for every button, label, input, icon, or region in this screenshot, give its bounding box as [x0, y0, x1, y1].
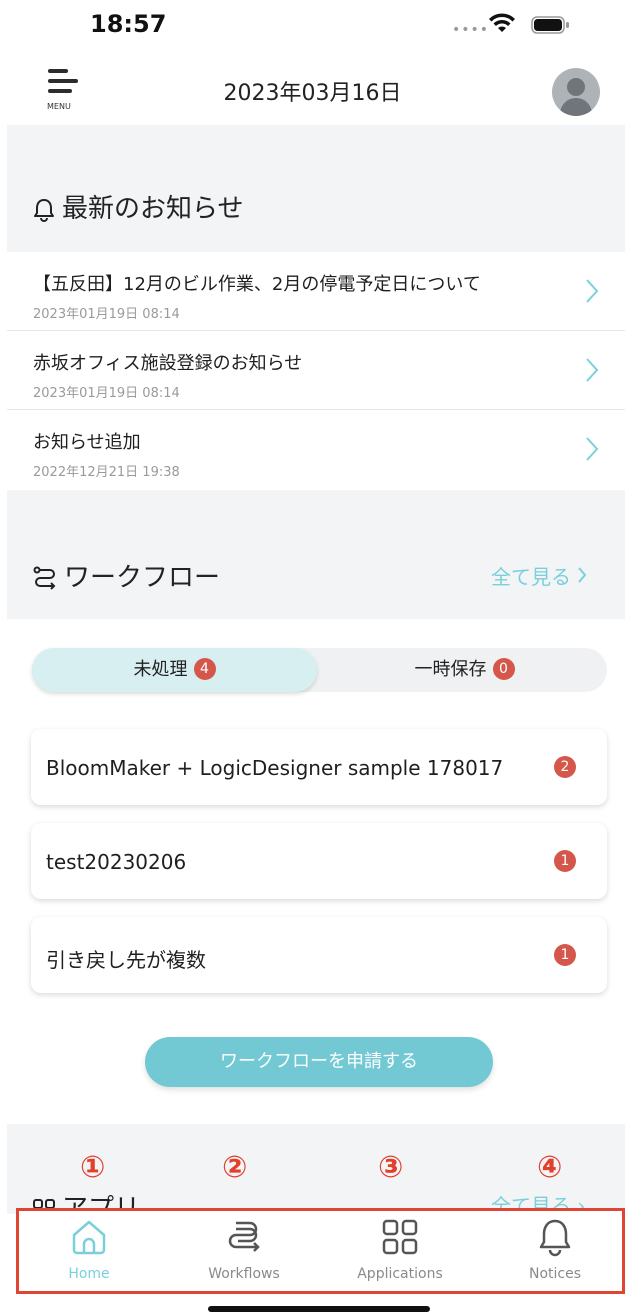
tab-label: 未処理	[133, 659, 188, 680]
workflow-card[interactable]: 引き戻し先が複数 1	[31, 917, 607, 993]
workflow-icon	[228, 1221, 260, 1252]
app-header: MENU 2023年03月16日	[0, 55, 625, 125]
count-badge: 0	[492, 657, 515, 680]
tab-drafts[interactable]: 一時保存 0	[322, 648, 607, 692]
chevron-right-icon	[586, 358, 599, 382]
notice-title: お知らせ追加	[33, 432, 141, 453]
workflow-tabs: 未処理 4 一時保存 0	[32, 648, 607, 692]
chevron-right-icon	[578, 567, 587, 583]
notice-item[interactable]: お知らせ追加 2022年12月21日 19:38	[7, 410, 625, 489]
tabbar-item-applications[interactable]: Applications	[330, 1211, 470, 1291]
battery-icon	[531, 16, 569, 34]
notice-item[interactable]: 【五反田】12月のビル作業、2月の停電予定日について 2023年01月19日 0…	[7, 252, 625, 331]
notice-list: 【五反田】12月のビル作業、2月の停電予定日について 2023年01月19日 0…	[7, 252, 625, 489]
annotation-marker-2: ②	[222, 1150, 248, 1185]
count-badge: 1	[554, 850, 576, 872]
workflow-card[interactable]: test20230206 1	[31, 823, 607, 899]
tabbar-label: Applications	[357, 1266, 443, 1282]
workflow-card[interactable]: BloomMaker + LogicDesigner sample 178017…	[31, 729, 607, 805]
workflow-heading: ワークフロー	[32, 557, 220, 594]
chevron-right-icon	[586, 279, 599, 303]
annotation-marker-3: ③	[378, 1150, 404, 1185]
apply-workflow-button[interactable]: ワークフローを申請する	[145, 1037, 493, 1087]
workflow-name: 引き戻し先が複数	[46, 948, 206, 972]
wifi-icon	[489, 13, 515, 32]
notice-date: 2022年12月21日 19:38	[33, 465, 180, 480]
annotation-marker-4: ④	[537, 1150, 563, 1185]
avatar[interactable]	[552, 68, 600, 116]
home-icon	[72, 1220, 106, 1255]
home-indicator	[208, 1306, 430, 1312]
status-time: 18:57	[90, 10, 167, 38]
see-all-label: 全て見る	[491, 565, 571, 589]
workflow-name: test20230206	[46, 850, 187, 874]
notice-date: 2023年01月19日 08:14	[33, 307, 180, 322]
notice-date: 2023年01月19日 08:14	[33, 386, 180, 401]
tabbar-label: Home	[68, 1266, 110, 1282]
tabbar-label: Notices	[528, 1266, 582, 1282]
status-bar: 18:57 ••••	[0, 0, 625, 50]
notice-item[interactable]: 赤坂オフィス施設登録のお知らせ 2023年01月19日 08:14	[7, 331, 625, 410]
notice-title: 【五反田】12月のビル作業、2月の停電予定日について	[33, 274, 481, 295]
bell-icon	[34, 198, 54, 222]
count-badge: 1	[554, 944, 576, 966]
workflow-name: BloomMaker + LogicDesigner sample 178017	[46, 756, 504, 780]
tabbar-label: Workflows	[208, 1266, 280, 1282]
notices-heading: 最新のお知らせ	[32, 188, 243, 225]
page-title: 2023年03月16日	[223, 81, 402, 106]
tab-label: 一時保存	[414, 659, 487, 680]
bottom-tab-bar: Home Workflows Applications Notices	[16, 1208, 625, 1294]
count-badge: 4	[193, 657, 216, 680]
workflow-section-bg	[7, 490, 625, 619]
annotation-marker-1: ①	[80, 1150, 106, 1185]
notice-title: 赤坂オフィス施設登録のお知らせ	[33, 353, 303, 374]
workflow-icon	[33, 566, 56, 590]
notices-title: 最新のお知らせ	[62, 194, 244, 224]
workflow-see-all-link[interactable]: 全て見る	[491, 561, 587, 590]
grid-icon	[382, 1219, 418, 1255]
count-badge: 2	[554, 756, 576, 778]
tabbar-item-home[interactable]: Home	[19, 1211, 159, 1291]
signal-dots-icon: ••••	[452, 22, 490, 38]
tab-pending[interactable]: 未処理 4	[32, 648, 317, 692]
workflow-title: ワークフロー	[64, 563, 221, 593]
user-silhouette-icon	[559, 78, 593, 116]
tabbar-item-notices[interactable]: Notices	[485, 1211, 625, 1291]
bell-icon	[539, 1219, 571, 1257]
tabbar-item-workflows[interactable]: Workflows	[174, 1211, 314, 1291]
chevron-right-icon	[586, 437, 599, 461]
